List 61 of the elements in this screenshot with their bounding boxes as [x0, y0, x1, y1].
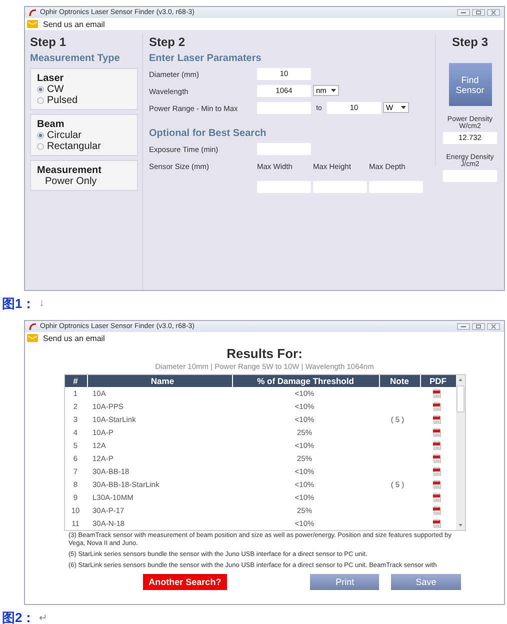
- radio-label[interactable]: Circular: [47, 130, 82, 141]
- section-heading: Optional for Best Search: [149, 128, 268, 139]
- maximize-icon: [472, 323, 485, 330]
- section-heading: Measurement Type: [30, 53, 121, 64]
- paragraph-mark: ↓: [39, 298, 44, 309]
- section-heading: Enter Laser Paramaters: [149, 53, 262, 64]
- group-title: Measurement: [37, 165, 102, 176]
- laser-logo-icon: [29, 8, 37, 16]
- close-icon: [487, 323, 500, 330]
- caret-icon: [331, 89, 336, 92]
- minimize-icon: [457, 9, 470, 16]
- radio-button[interactable]: [37, 97, 44, 104]
- pdf-icon[interactable]: [432, 441, 440, 450]
- pdf-icon[interactable]: [432, 389, 440, 398]
- envelope-icon: [27, 334, 38, 342]
- figure-caption: 图1：: [2, 294, 36, 312]
- input-field[interactable]: [257, 102, 311, 114]
- step-heading: Step 2: [149, 34, 186, 51]
- radio-label[interactable]: CW: [47, 84, 64, 95]
- column-header: #: [64, 375, 88, 387]
- envelope-icon: [27, 20, 38, 28]
- pdf-icon[interactable]: [432, 493, 440, 502]
- pdf-icon[interactable]: [432, 480, 440, 489]
- input-field[interactable]: [369, 181, 423, 193]
- maximize-icon: [472, 9, 485, 16]
- radio-button[interactable]: [37, 132, 44, 139]
- pdf-icon[interactable]: [432, 402, 440, 411]
- column-header: % of Damage Threshold: [232, 375, 380, 387]
- column-header: Note: [380, 375, 420, 387]
- caret-icon: [401, 106, 406, 109]
- input-field[interactable]: [257, 181, 311, 193]
- pdf-icon[interactable]: [432, 428, 440, 437]
- email-link[interactable]: Send us an email: [43, 334, 105, 342]
- pdf-icon[interactable]: [432, 415, 440, 424]
- close-icon: [487, 9, 500, 16]
- radio-button[interactable]: [37, 143, 44, 150]
- pdf-icon[interactable]: [432, 506, 440, 515]
- pdf-icon[interactable]: [432, 519, 440, 528]
- pdf-icon[interactable]: [432, 467, 440, 476]
- figure-caption: 图2：: [2, 608, 36, 624]
- minimize-icon: [457, 323, 470, 330]
- action-button[interactable]: Another Search?: [142, 574, 228, 590]
- input-field[interactable]: [257, 143, 311, 155]
- laser-logo-icon: [29, 322, 37, 330]
- column-header: PDF: [428, 375, 448, 387]
- option-value: Power Only: [44, 176, 98, 187]
- column-header: Name: [88, 375, 232, 387]
- output-field[interactable]: [443, 170, 497, 182]
- step-heading: Step 1: [30, 34, 68, 51]
- results-title: Results For:: [226, 346, 302, 361]
- paragraph-mark: ↵: [39, 612, 48, 624]
- radio-label[interactable]: Pulsed: [47, 95, 78, 106]
- input-field[interactable]: [313, 181, 367, 193]
- group-title: Laser: [37, 73, 65, 84]
- radio-label[interactable]: Rectangular: [47, 141, 101, 152]
- group-title: Beam: [37, 119, 66, 130]
- email-link[interactable]: Send us an email: [43, 20, 105, 28]
- pdf-icon[interactable]: [432, 454, 440, 463]
- find-sensor-button[interactable]: Find Sensor: [448, 63, 492, 106]
- radio-button[interactable]: [37, 86, 44, 93]
- step-heading: Step 3: [452, 34, 488, 51]
